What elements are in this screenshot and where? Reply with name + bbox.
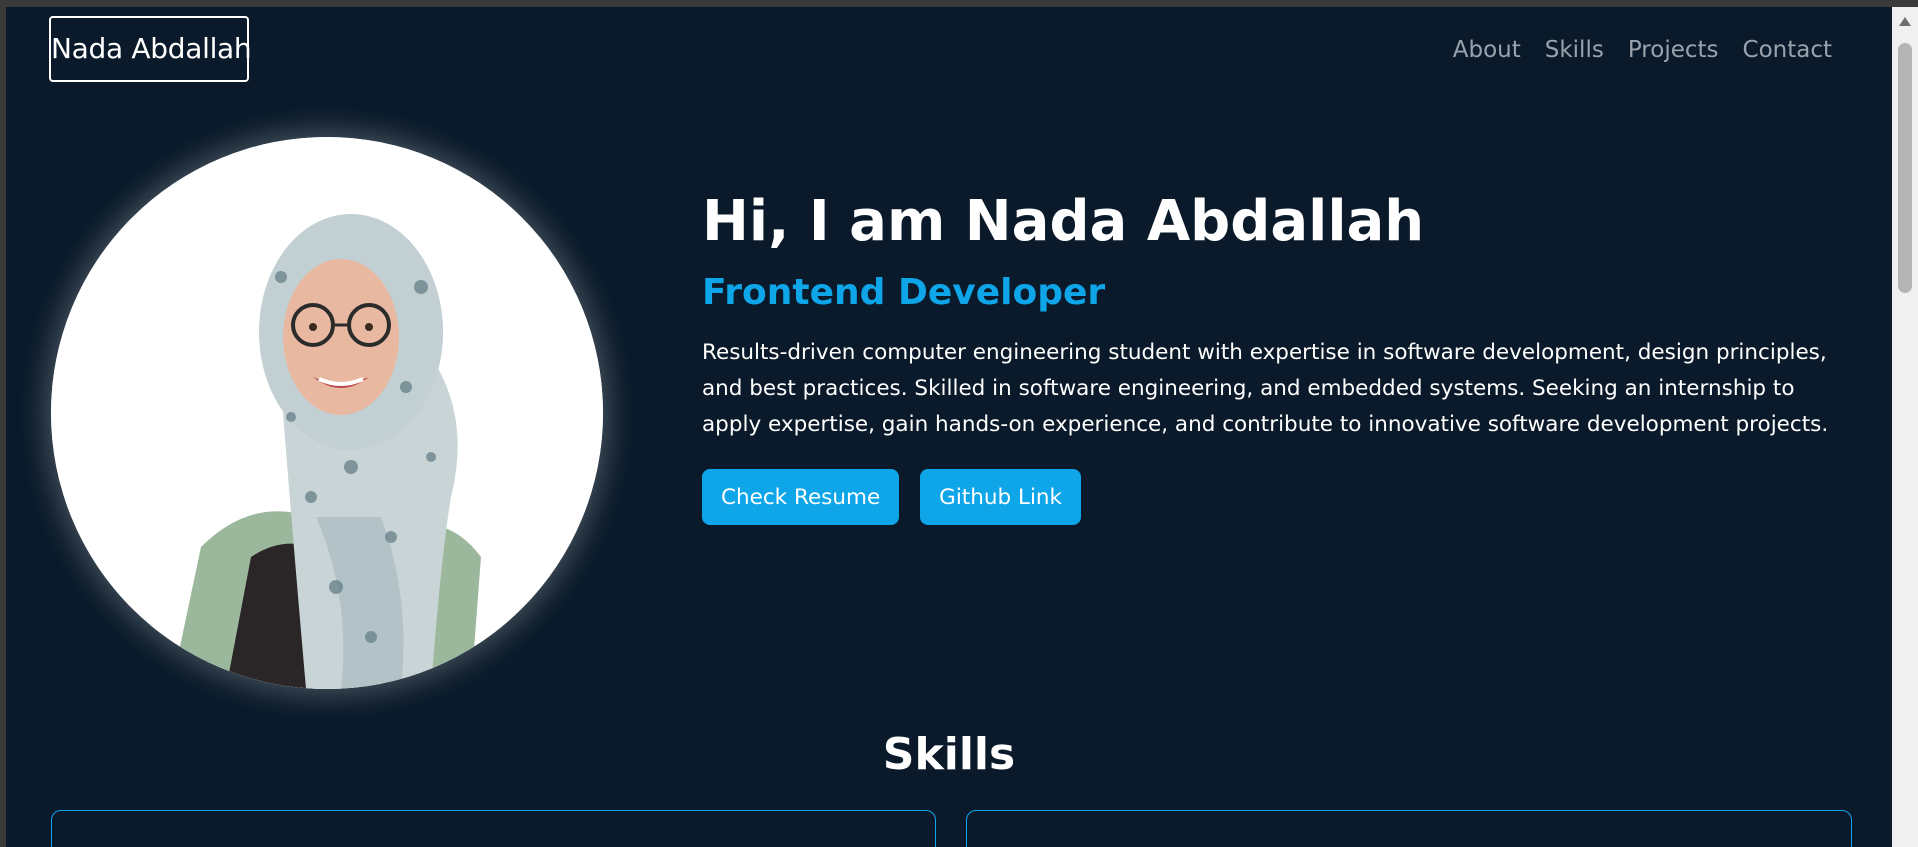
scroll-up-arrow-icon[interactable] (1899, 17, 1911, 26)
navbar: Nada Abdallah About Skills Projects Cont… (6, 7, 1892, 97)
profile-photo (51, 137, 603, 689)
github-link-button[interactable]: Github Link (920, 469, 1081, 525)
nav-link-contact[interactable]: Contact (1743, 37, 1832, 63)
scrollbar-thumb[interactable] (1898, 43, 1912, 293)
check-resume-button[interactable]: Check Resume (702, 469, 900, 525)
nav-link-skills[interactable]: Skills (1545, 37, 1604, 63)
hero-role: Frontend Developer (702, 272, 1106, 313)
brand-logo-link[interactable]: Nada Abdallah (49, 16, 252, 82)
hero-greeting: Hi, I am Nada Abdallah (702, 189, 1425, 254)
skills-heading: Skills (882, 729, 1016, 780)
skill-card (966, 810, 1852, 847)
skill-card (51, 810, 936, 847)
hero-section: Hi, I am Nada Abdallah Frontend Develope… (702, 187, 1842, 525)
hero-description: Results-driven computer engineering stud… (702, 340, 1829, 437)
nav-link-about[interactable]: About (1453, 37, 1521, 63)
profile-photo-illustration (51, 137, 603, 689)
hero-buttons: Check Resume Github Link (702, 469, 1842, 525)
nav-links: About Skills Projects Contact (1453, 37, 1832, 63)
window-top-bar (0, 0, 1918, 7)
vertical-scrollbar[interactable] (1892, 7, 1918, 847)
nav-link-projects[interactable]: Projects (1628, 37, 1719, 63)
portfolio-page: Nada Abdallah About Skills Projects Cont… (6, 7, 1892, 847)
